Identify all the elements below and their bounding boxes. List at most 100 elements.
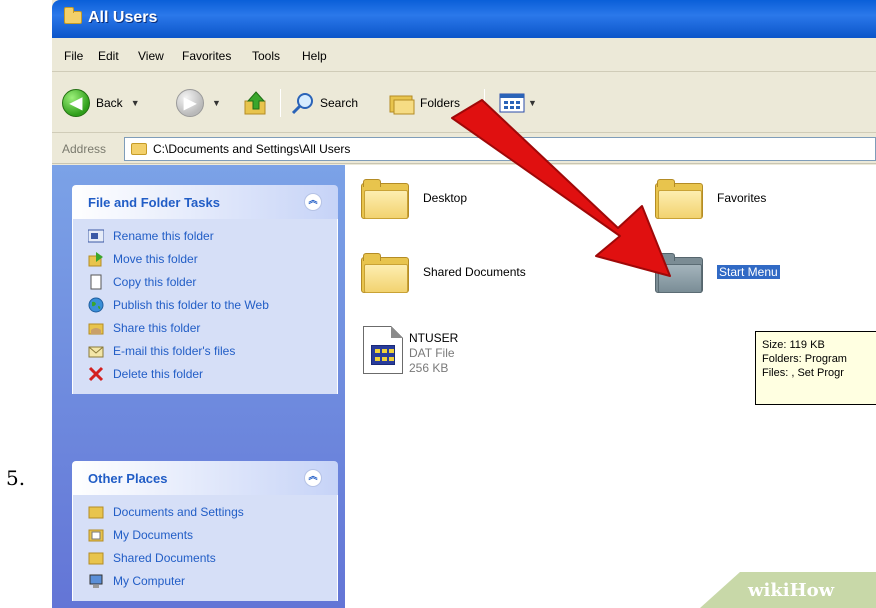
title-bar[interactable]: All Users (52, 0, 876, 38)
computer-icon (87, 572, 105, 590)
tooltip-size: Size: 119 KB (762, 339, 825, 351)
chevron-down-icon: ▼ (528, 98, 537, 108)
task-label: Rename this folder (113, 229, 214, 243)
share-icon (87, 319, 105, 337)
place-my-documents[interactable]: My Documents (87, 526, 325, 544)
dat-file-icon[interactable] (363, 326, 403, 374)
chevron-down-icon: ▼ (212, 98, 221, 108)
copy-icon (87, 273, 105, 291)
menu-help[interactable]: Help (302, 49, 327, 63)
place-label: Documents and Settings (113, 505, 244, 519)
forward-arrow-icon: ▶ (176, 89, 204, 117)
folder-icon (87, 503, 105, 521)
task-label: Share this folder (113, 321, 201, 335)
search-icon (291, 93, 313, 115)
place-shared-documents[interactable]: Shared Documents (87, 549, 325, 567)
place-documents-and-settings[interactable]: Documents and Settings (87, 503, 325, 521)
folder-icon (87, 549, 105, 567)
folders-icon (389, 95, 415, 115)
up-folder-button[interactable] (242, 87, 270, 119)
folder-label: Favorites (717, 191, 767, 205)
move-icon (87, 250, 105, 268)
task-move-folder[interactable]: Move this folder (87, 250, 325, 268)
folder-label: Desktop (423, 191, 468, 205)
folders-label: Folders (420, 96, 461, 110)
up-folder-icon (244, 91, 266, 115)
address-field[interactable]: C:\Documents and Settings\All Users (124, 137, 876, 161)
address-path: C:\Documents and Settings\All Users (153, 142, 351, 156)
folder-icon (131, 143, 147, 155)
forward-button[interactable]: ▶ ▼ (176, 87, 221, 119)
place-label: Shared Documents (113, 551, 216, 565)
task-label: Delete this folder (113, 367, 204, 381)
place-my-computer[interactable]: My Computer (87, 572, 325, 590)
folder-label: Start Menu (717, 265, 780, 279)
file-size: 256 KB (409, 361, 449, 375)
place-label: My Computer (113, 574, 186, 588)
task-label: Move this folder (113, 252, 198, 266)
menu-edit[interactable]: Edit (98, 49, 119, 63)
explorer-window: All Users File Edit View Favorites Tools… (52, 0, 876, 608)
menu-view[interactable]: View (138, 49, 164, 63)
task-label: E-mail this folder's files (113, 344, 236, 358)
views-icon (499, 93, 525, 113)
panel-title: Other Places (88, 471, 168, 486)
collapse-icon[interactable]: ︽ (304, 193, 322, 211)
task-share-folder[interactable]: Share this folder (87, 319, 325, 337)
folders-button[interactable]: Folders (388, 87, 460, 119)
task-label: Publish this folder to the Web (113, 298, 269, 312)
panel-header[interactable]: Other Places ︽ (72, 461, 338, 495)
globe-icon (87, 296, 105, 314)
folder-icon (655, 179, 703, 219)
toolbar: ◀ Back ▼ ▶ ▼ Search Folders ▼ (52, 73, 876, 133)
panel-body: Documents and Settings My Documents Shar… (72, 495, 338, 601)
search-label: Search (320, 96, 359, 110)
watermark-text: wikiHow (748, 580, 834, 601)
menu-favorites[interactable]: Favorites (182, 49, 231, 63)
collapse-icon[interactable]: ︽ (304, 469, 322, 487)
email-icon (87, 342, 105, 360)
task-delete-folder[interactable]: Delete this folder (87, 365, 325, 383)
menu-file[interactable]: File (64, 49, 83, 63)
step-number: 5. (6, 466, 26, 490)
folder-tooltip: Size: 119 KB Folders: Program Files: , S… (755, 331, 876, 405)
my-documents-icon (87, 526, 105, 544)
rename-icon (87, 227, 105, 245)
watermark-prefix: wiki (748, 580, 790, 601)
file-ntuser[interactable]: NTUSER DAT File 256 KB (409, 331, 458, 376)
tooltip-folders: Folders: Program (762, 353, 847, 365)
menu-bar: File Edit View Favorites Tools Help (52, 38, 876, 72)
file-name: NTUSER (409, 331, 459, 345)
task-copy-folder[interactable]: Copy this folder (87, 273, 325, 291)
other-places-panel: Other Places ︽ Documents and Settings My… (72, 461, 338, 601)
folder-icon (361, 179, 409, 219)
panel-body: Rename this folder Move this folder Copy… (72, 219, 338, 394)
back-button[interactable]: ◀ Back ▼ (62, 87, 140, 119)
folder-icon (655, 253, 703, 293)
file-list: Desktop Favorites Shared Documents Start… (345, 165, 876, 608)
panel-header[interactable]: File and Folder Tasks ︽ (72, 185, 338, 219)
task-rename-folder[interactable]: Rename this folder (87, 227, 325, 245)
folder-label: Shared Documents (423, 265, 526, 279)
chevron-down-icon: ▼ (130, 98, 140, 108)
menu-tools[interactable]: Tools (252, 49, 280, 63)
file-folder-tasks-panel: File and Folder Tasks ︽ Rename this fold… (72, 185, 338, 394)
watermark-suffix: How (789, 580, 835, 601)
folder-icon (64, 7, 82, 24)
address-bar: Address C:\Documents and Settings\All Us… (52, 134, 876, 164)
task-email-files[interactable]: E-mail this folder's files (87, 342, 325, 360)
place-label: My Documents (113, 528, 194, 542)
panel-title: File and Folder Tasks (88, 195, 220, 210)
delete-icon (87, 365, 105, 383)
views-button[interactable]: ▼ (498, 87, 537, 119)
folder-icon (361, 253, 409, 293)
back-arrow-icon: ◀ (62, 89, 90, 117)
window-title: All Users (88, 9, 158, 26)
task-pane: File and Folder Tasks ︽ Rename this fold… (52, 165, 345, 608)
back-label: Back (96, 96, 123, 110)
toolbar-separator (484, 89, 485, 117)
toolbar-separator (280, 89, 281, 117)
task-publish-folder[interactable]: Publish this folder to the Web (87, 296, 325, 314)
search-button[interactable]: Search (290, 87, 358, 119)
file-type: DAT File (409, 346, 455, 360)
